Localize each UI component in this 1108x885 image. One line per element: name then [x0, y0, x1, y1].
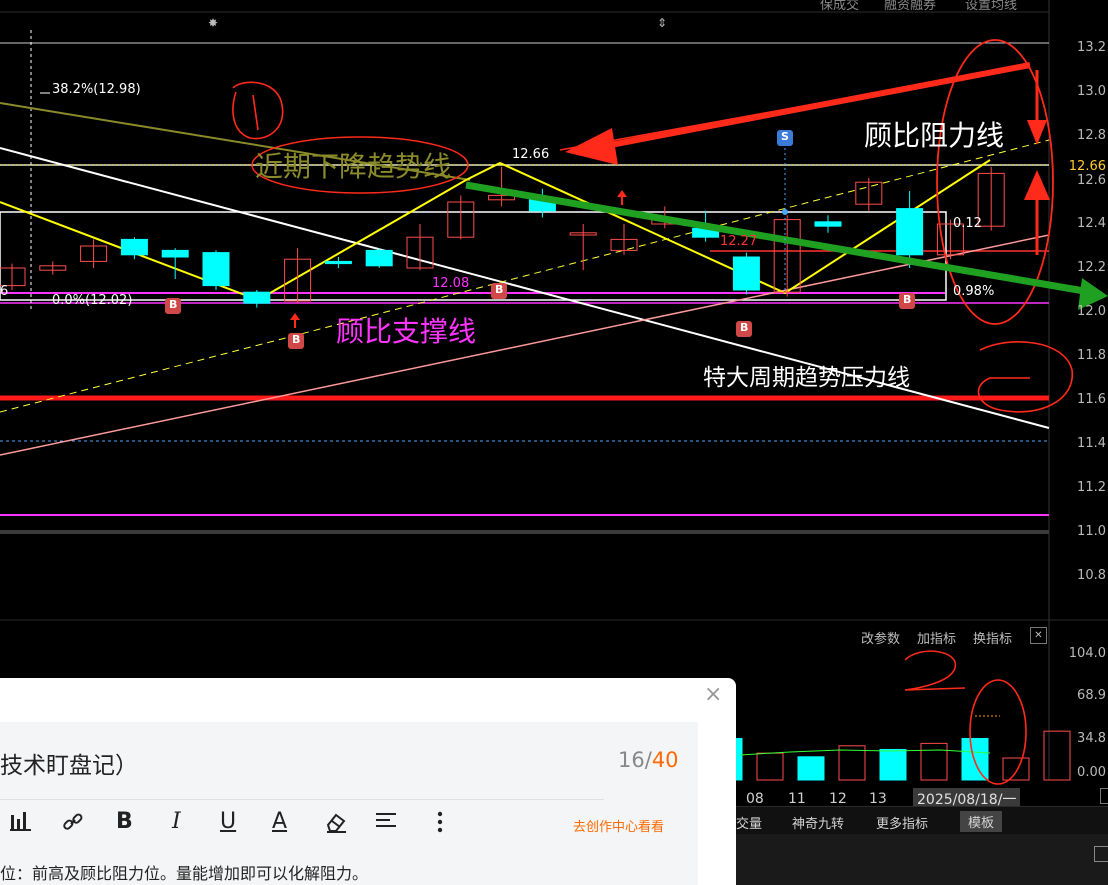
expand-icon[interactable] [1094, 846, 1108, 862]
link-icon[interactable] [62, 811, 84, 839]
volume-bar [961, 737, 989, 781]
candle-down [896, 208, 924, 256]
cut-label: 6 [0, 284, 9, 299]
date-label: 13 [869, 791, 887, 807]
axis-label: 13.2 [1077, 40, 1106, 55]
price-1227-label: 12.27 [720, 234, 758, 249]
date-label: 08 [746, 791, 764, 807]
editor-close-icon[interactable]: × [704, 682, 722, 707]
volume-axis-label: 68.9 [1077, 688, 1106, 703]
buy-signal-text: B [495, 283, 504, 296]
long-trend-annotation: 特大周期趋势压力线 [703, 365, 910, 391]
volume-bar [797, 756, 825, 781]
candle-down [365, 249, 393, 267]
menu-item-3[interactable]: 设置均线 [965, 0, 1017, 13]
buy-signal-text: B [292, 333, 301, 346]
close-indicator-icon[interactable]: ✕ [1030, 627, 1047, 644]
price-1208-label: 12.08 [432, 276, 470, 291]
axis-label: 12.8 [1077, 128, 1106, 143]
more-options-icon[interactable] [436, 811, 444, 839]
box-bottom-label: 0.98% [953, 284, 995, 299]
note-editor-panel: × 技术盯盘记） 16/40 B I U A 去创作中心看看 位：前高及顾比阻力… [0, 678, 736, 885]
modify-params-button[interactable]: 改参数 [861, 628, 900, 647]
candle-down [243, 291, 271, 304]
buy-signal-text: B [169, 298, 178, 311]
gubi-support-annotation: 顾比支撑线 [336, 315, 477, 348]
axis-label: 11.6 [1077, 392, 1106, 407]
date-label: 11 [788, 791, 806, 807]
sell-signal-text: S [781, 130, 789, 143]
switch-indicator-button[interactable]: 换指标 [973, 628, 1012, 647]
axis-label: 11.8 [1077, 348, 1106, 363]
candle-down [732, 256, 760, 291]
date-label: 12 [829, 791, 847, 807]
tab-template[interactable]: 模板 [960, 811, 1003, 832]
tab-more-indicators[interactable]: 更多指标 [876, 813, 928, 832]
counter-current: 16 [618, 748, 645, 772]
fib-382-label: 38.2%(12.98) [52, 82, 141, 97]
svg-text:✸: ✸ [208, 16, 218, 30]
editor-title[interactable]: 技术盯盘记） [0, 746, 138, 780]
axis-label: 12.2 [1077, 260, 1106, 275]
chart-icon[interactable] [10, 811, 32, 837]
volume-axis-label: 34.8 [1077, 731, 1106, 746]
bold-icon[interactable]: B [116, 809, 133, 834]
axis-label: 11.4 [1077, 436, 1106, 451]
svg-text:⇕: ⇕ [657, 16, 667, 30]
lower-panel [736, 834, 1108, 885]
tab-magic-nine[interactable]: 神奇九转 [792, 813, 844, 832]
editor-divider [0, 799, 604, 800]
axis-label: 11.0 [1077, 524, 1106, 539]
add-indicator-button[interactable]: 加指标 [917, 628, 956, 647]
axis-label: 13.0 [1077, 84, 1106, 99]
fib-0-label: 0.0%(12.02) [52, 293, 133, 308]
box-top-label: 0.12 [953, 216, 982, 231]
candle-down [814, 221, 842, 227]
gubi-resistance-annotation: 顾比阻力线 [864, 119, 1005, 152]
counter-separator: / [644, 748, 652, 772]
tab-volume[interactable]: 交量 [736, 813, 762, 832]
candle-down [202, 252, 230, 287]
buy-signal-text: B [740, 321, 749, 334]
candle-down [161, 249, 189, 258]
axis-label: 11.2 [1077, 480, 1106, 495]
align-icon[interactable] [376, 811, 398, 837]
creator-center-link[interactable]: 去创作中心看看 [573, 816, 664, 835]
axis-label: 12.0 [1077, 304, 1106, 319]
text-color-icon[interactable]: A [272, 809, 287, 834]
volume-axis-label: 104.0 [1068, 646, 1106, 661]
italic-icon[interactable]: I [172, 809, 181, 834]
axis-label: 12.6 [1077, 173, 1106, 188]
axis-label: 10.8 [1077, 568, 1106, 583]
title-counter: 16/40 [618, 748, 679, 772]
current-price-label: 12.66 [1068, 159, 1106, 174]
menu-item-1[interactable]: 保成交 [820, 0, 859, 13]
axis-label: 12.4 [1077, 216, 1106, 231]
volume-axis-label: 0.00 [1077, 765, 1106, 780]
eraser-icon[interactable] [324, 811, 348, 839]
buy-signal-text: B [903, 293, 912, 306]
scroll-handle[interactable] [1100, 788, 1108, 804]
panel-divider [0, 530, 1049, 534]
downtrend-annotation: 近期下降趋势线 [255, 150, 452, 183]
candle-down [324, 260, 352, 265]
editor-content[interactable]: 位：前高及顾比阻力位。量能增加即可以化解阻力。 [0, 860, 368, 884]
menu-item-2[interactable]: 融资融券 [884, 0, 936, 13]
candle-down [120, 238, 148, 256]
underline-icon[interactable]: U [220, 809, 236, 834]
counter-max: 40 [651, 748, 679, 772]
volume-bar [879, 748, 907, 781]
high-price-label: 12.66 [512, 147, 550, 162]
